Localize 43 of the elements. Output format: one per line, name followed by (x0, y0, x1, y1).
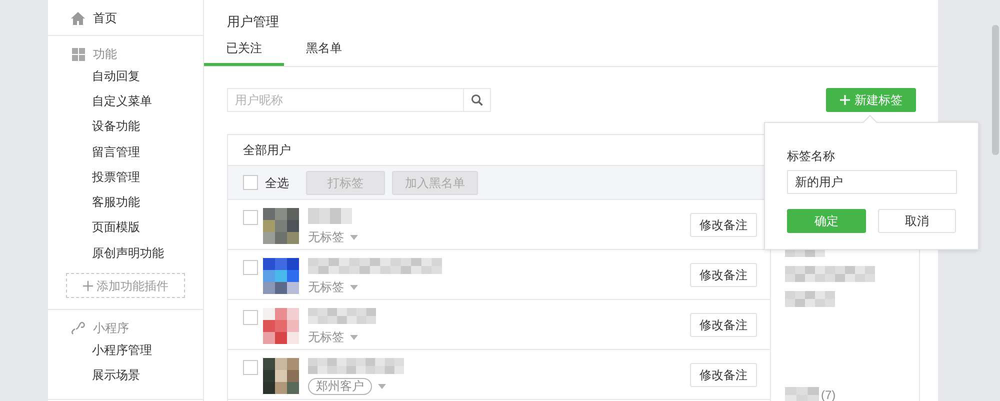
cancel-button[interactable]: 取消 (878, 209, 956, 233)
checkbox[interactable] (243, 310, 258, 325)
sidebar-item[interactable]: 投票管理 (92, 168, 140, 186)
search-button[interactable] (464, 88, 491, 112)
checkbox[interactable] (243, 360, 258, 375)
caret-icon[interactable] (350, 284, 358, 290)
edit-remark-button[interactable]: 修改备注 (690, 313, 757, 337)
sidebar-item[interactable]: 留言管理 (92, 142, 140, 161)
sidebar-item[interactable]: 页面模版 (92, 218, 140, 236)
checkbox[interactable] (243, 175, 258, 190)
search-field[interactable]: 用户昵称 (227, 88, 464, 112)
field-label: 标签名称 (787, 148, 836, 165)
sidebar-item[interactable]: 设备功能 (92, 117, 140, 136)
sidebar-item[interactable]: 客服功能 (92, 193, 140, 212)
caret-icon[interactable] (350, 334, 358, 340)
home-icon (71, 12, 85, 24)
blurred-name (308, 208, 352, 224)
caret-icon[interactable] (350, 234, 358, 240)
blurred-tag-name (785, 291, 835, 307)
select-all-label[interactable]: 全选 (265, 174, 289, 192)
link-icon (71, 321, 85, 336)
sidebar-item[interactable]: 展示场景 (92, 366, 140, 384)
blurred-name (308, 308, 376, 324)
tab[interactable]: 黑名单 (284, 39, 364, 66)
tab[interactable]: 已关注 (204, 39, 284, 66)
sidebar-item[interactable]: 自定义菜单 (92, 92, 152, 110)
checkbox[interactable] (243, 260, 258, 275)
sidebar-section[interactable]: 首页 (93, 9, 117, 27)
edit-remark-button[interactable]: 修改备注 (690, 363, 757, 387)
checkbox[interactable] (243, 210, 258, 225)
scrollbar[interactable] (992, 25, 999, 155)
plus-icon (82, 280, 92, 291)
edit-remark-button[interactable]: 修改备注 (690, 213, 757, 237)
grid-icon (72, 48, 84, 60)
plus-icon (840, 95, 850, 105)
caret-icon[interactable] (378, 384, 386, 389)
edit-remark-button[interactable]: 修改备注 (690, 263, 757, 287)
sidebar-item[interactable]: 自动回复 (92, 66, 140, 85)
sidebar-item[interactable]: 原创声明功能 (92, 244, 164, 262)
page-title: 用户管理 (226, 13, 280, 31)
sidebar-item[interactable]: 小程序管理 (92, 341, 152, 360)
tag-name-field[interactable]: 新的用户 (787, 170, 957, 194)
search-icon (471, 94, 483, 106)
